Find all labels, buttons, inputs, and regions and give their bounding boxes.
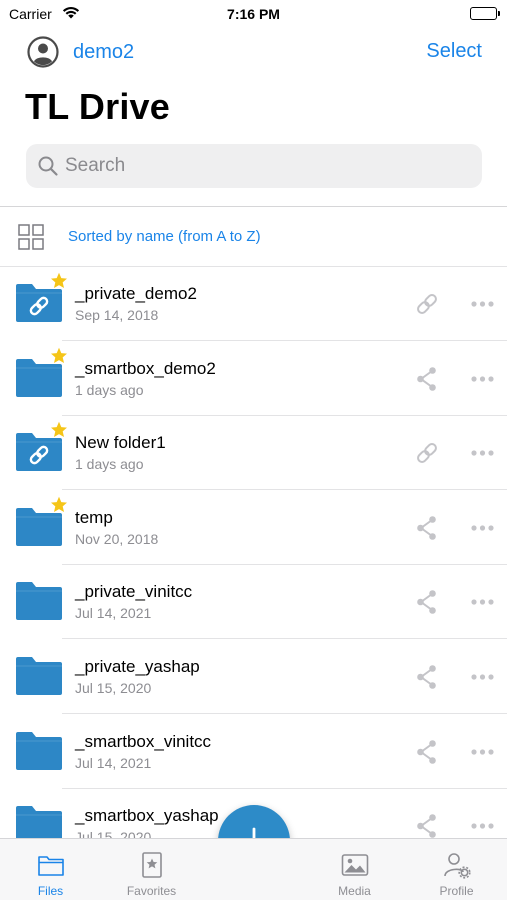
file-date: Sep 14, 2018	[75, 307, 159, 323]
more-options-icon[interactable]	[470, 524, 495, 532]
file-row[interactable]: _private_yashap Jul 15, 2020	[0, 640, 507, 714]
folder-icon	[16, 582, 62, 621]
tab-profile[interactable]: Profile	[406, 839, 507, 900]
folder-icon	[16, 657, 62, 695]
media-icon	[341, 854, 369, 876]
more-options-icon[interactable]	[470, 300, 495, 308]
file-row[interactable]: _smartbox_vinitcc Jul 14, 2021	[0, 715, 507, 789]
divider	[0, 206, 507, 207]
star-icon	[51, 496, 67, 512]
select-button[interactable]: Select	[426, 40, 482, 63]
share-icon[interactable]	[414, 589, 440, 615]
file-row[interactable]: _private_demo2 Sep 14, 2018	[0, 267, 507, 341]
share-icon[interactable]	[414, 366, 440, 392]
file-row[interactable]: _private_vinitcc Jul 14, 2021	[0, 565, 507, 640]
file-name: _smartbox_demo2	[75, 358, 216, 378]
share-icon[interactable]	[414, 664, 440, 690]
file-name: _smartbox_yashap	[75, 806, 219, 826]
file-date: Jul 14, 2021	[75, 754, 152, 771]
grid-view-icon[interactable]	[18, 224, 44, 250]
files-icon	[38, 856, 64, 876]
file-name: _private_yashap	[75, 657, 200, 676]
search-bar[interactable]	[26, 144, 482, 188]
link-icon[interactable]	[414, 291, 440, 317]
sort-bar: Sorted by name (from A to Z)	[0, 212, 507, 262]
star-icon	[51, 347, 67, 363]
file-date: 1 days ago	[75, 456, 144, 473]
file-date: Nov 20, 2018	[75, 530, 159, 547]
file-row[interactable]: _smartbox_demo2 1 days ago	[0, 342, 507, 416]
tab-files[interactable]: Files	[0, 839, 101, 900]
tab-label: Media	[338, 884, 371, 898]
favorites-icon	[142, 852, 162, 878]
profile-icon	[444, 853, 471, 879]
more-options-icon[interactable]	[470, 375, 495, 383]
tab-label: Profile	[439, 884, 474, 898]
file-date: Jul 14, 2021	[75, 605, 152, 622]
file-name: _private_demo2	[75, 284, 197, 303]
search-input[interactable]	[65, 155, 445, 177]
tab-bar: Files Favorites Media Profile	[0, 838, 507, 900]
file-name: New folder1	[75, 433, 166, 453]
account-icon	[27, 36, 59, 68]
tab-media[interactable]: Media	[304, 839, 405, 900]
page-title: TL Drive	[25, 86, 170, 127]
search-icon	[38, 156, 58, 176]
clock: 7:16 PM	[227, 6, 280, 22]
more-options-icon[interactable]	[470, 673, 495, 681]
battery-icon	[470, 7, 500, 20]
tab-favorites[interactable]: Favorites	[101, 839, 202, 900]
folder-icon	[16, 731, 62, 770]
status-bar: Carrier 7:16 PM	[0, 0, 507, 28]
file-name: _smartbox_vinitcc	[75, 731, 212, 751]
file-name: temp	[75, 507, 113, 527]
file-row[interactable]: temp Nov 20, 2018	[0, 491, 507, 565]
link-icon[interactable]	[414, 440, 440, 466]
sort-order-label[interactable]: Sorted by name (from A to Z)	[68, 228, 261, 245]
file-date: Jul 15, 2020	[75, 680, 152, 696]
more-options-icon[interactable]	[470, 449, 495, 457]
file-name: _private_vinitcc	[75, 582, 193, 602]
star-icon	[51, 272, 67, 288]
username-label: demo2	[73, 40, 135, 63]
tab-label: Favorites	[126, 884, 177, 898]
more-options-icon[interactable]	[470, 598, 495, 606]
more-options-icon[interactable]	[470, 748, 495, 756]
tab-label: Files	[37, 884, 64, 898]
share-icon[interactable]	[414, 813, 440, 839]
share-icon[interactable]	[414, 515, 440, 541]
star-icon	[51, 421, 67, 438]
file-row[interactable]: New folder1 1 days ago	[0, 416, 507, 491]
share-icon[interactable]	[414, 739, 440, 765]
file-date: 1 days ago	[75, 381, 144, 398]
account-button[interactable]: demo2	[27, 35, 134, 69]
more-options-icon[interactable]	[470, 822, 495, 830]
